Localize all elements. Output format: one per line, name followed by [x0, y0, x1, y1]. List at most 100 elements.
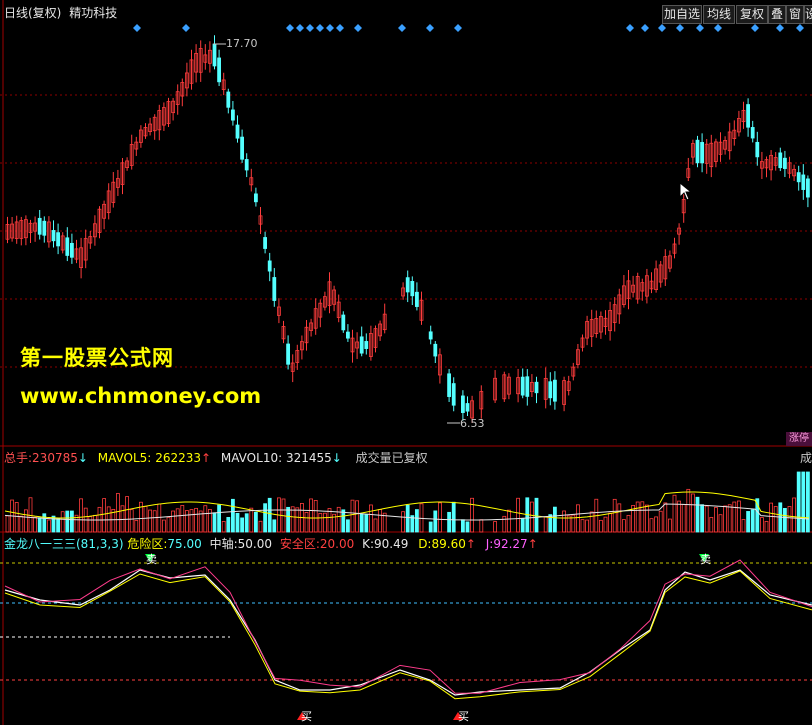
volume-bar: [718, 514, 723, 533]
volume-bar: [129, 509, 134, 533]
ma-button[interactable]: 均线: [703, 5, 735, 24]
k-value: 90.49: [374, 537, 409, 551]
k-line: [4, 569, 812, 696]
volume-bar: [654, 516, 658, 533]
volume-bar: [516, 497, 520, 533]
d-value: 89.60: [431, 537, 466, 551]
total-value: 230785: [32, 451, 78, 465]
stock-name: 精功科技: [69, 6, 118, 20]
candle-body: [801, 174, 806, 190]
candle-body: [226, 91, 231, 108]
diamond-icon: [751, 24, 759, 32]
volume-bar: [313, 500, 318, 533]
volume-bar: [493, 521, 498, 533]
volume-bar: [433, 510, 438, 533]
volume-bar: [479, 519, 484, 533]
volume-bar: [465, 521, 470, 533]
mid-value: 50.00: [237, 537, 273, 551]
volume-bar: [14, 502, 19, 533]
volume-bar: [709, 516, 714, 533]
volume-bar: [125, 496, 129, 533]
volume-bar: [543, 516, 548, 533]
volume-bar: [704, 505, 709, 533]
volume-bar: [589, 511, 594, 533]
diamond-icon: [354, 24, 362, 32]
volume-bar: [180, 505, 185, 533]
volume-bar: [700, 504, 704, 533]
window-button[interactable]: 窗: [786, 5, 804, 24]
volume-bar: [318, 512, 323, 533]
add-watchlist-button[interactable]: 加自选: [662, 5, 702, 24]
volume-bar: [806, 471, 810, 533]
mavol10-label: MAVOL10:: [220, 451, 283, 465]
volume-bar: [672, 494, 677, 533]
diamond-icon: [133, 24, 141, 32]
volume-bar: [194, 507, 199, 533]
volume-note: 成交量已复权: [355, 451, 428, 465]
candle-body: [783, 157, 787, 169]
candle-body: [359, 336, 364, 354]
volume-bars: [4, 471, 810, 533]
volume-bar: [635, 501, 640, 533]
k-label: K:: [362, 537, 374, 551]
candle-body: [253, 193, 258, 203]
diamond-icon: [626, 24, 634, 32]
volume-bar: [230, 498, 235, 533]
diamond-icon: [182, 24, 190, 32]
volume-bar: [506, 509, 511, 533]
volume-bar: [88, 516, 93, 533]
limit-up-tag: 涨停: [786, 432, 812, 446]
volume-bar: [253, 511, 258, 533]
volume-bar: [309, 498, 314, 533]
volume-bar: [447, 511, 452, 533]
fuquan-button[interactable]: 复权: [736, 5, 768, 24]
volume-bar: [787, 506, 792, 533]
period-label: 日线(复权): [4, 6, 62, 20]
volume-bar: [93, 514, 97, 533]
volume-bar: [60, 511, 65, 533]
volume-bar: [401, 511, 406, 533]
volume-bar: [267, 497, 272, 533]
settings-button[interactable]: 设: [804, 5, 812, 24]
volume-bar: [520, 518, 525, 533]
diamond-icon: [676, 24, 684, 32]
volume-header: 总手:230785↓ MAVOL5: 262233↑ MAVOL10: 3214…: [4, 451, 428, 465]
mavol5-value: 262233: [155, 451, 201, 465]
candle-body: [286, 343, 291, 365]
volume-bar: [626, 514, 631, 533]
volume-bar: [502, 515, 507, 533]
volume-bar: [249, 507, 254, 533]
candle-body: [700, 142, 704, 164]
candle-body: [56, 232, 60, 247]
candle-body: [750, 127, 755, 139]
volume-bar: [783, 508, 787, 533]
candle-body: [364, 341, 369, 349]
volume-bar: [336, 506, 341, 533]
candle-body: [263, 237, 268, 249]
diamond-icon: [454, 24, 462, 32]
volume-bar: [203, 505, 208, 533]
candle-body: [755, 141, 760, 158]
candle-body: [806, 178, 810, 198]
volume-bar: [33, 516, 37, 533]
d-label: D:: [418, 537, 432, 551]
volume-bar: [221, 521, 226, 533]
volume-bar: [295, 507, 300, 533]
overlay-button[interactable]: 叠: [768, 5, 786, 24]
volume-bar: [750, 509, 755, 533]
candle-body: [548, 381, 553, 399]
volume-bar: [258, 520, 263, 533]
up-arrow-icon: ↑: [527, 537, 538, 551]
candle-body: [37, 217, 42, 235]
volume-bar: [534, 497, 539, 533]
danger-value: 75.00: [167, 537, 202, 551]
volume-bar: [451, 501, 456, 533]
mavol5-label: MAVOL5:: [97, 451, 152, 465]
candle-body: [796, 172, 801, 183]
candle-body: [244, 159, 249, 171]
up-arrow-icon: ↑: [465, 537, 476, 551]
volume-bar: [714, 507, 718, 533]
volume-bar: [143, 505, 148, 533]
candle-body: [272, 277, 277, 301]
volume-bar: [327, 508, 332, 533]
